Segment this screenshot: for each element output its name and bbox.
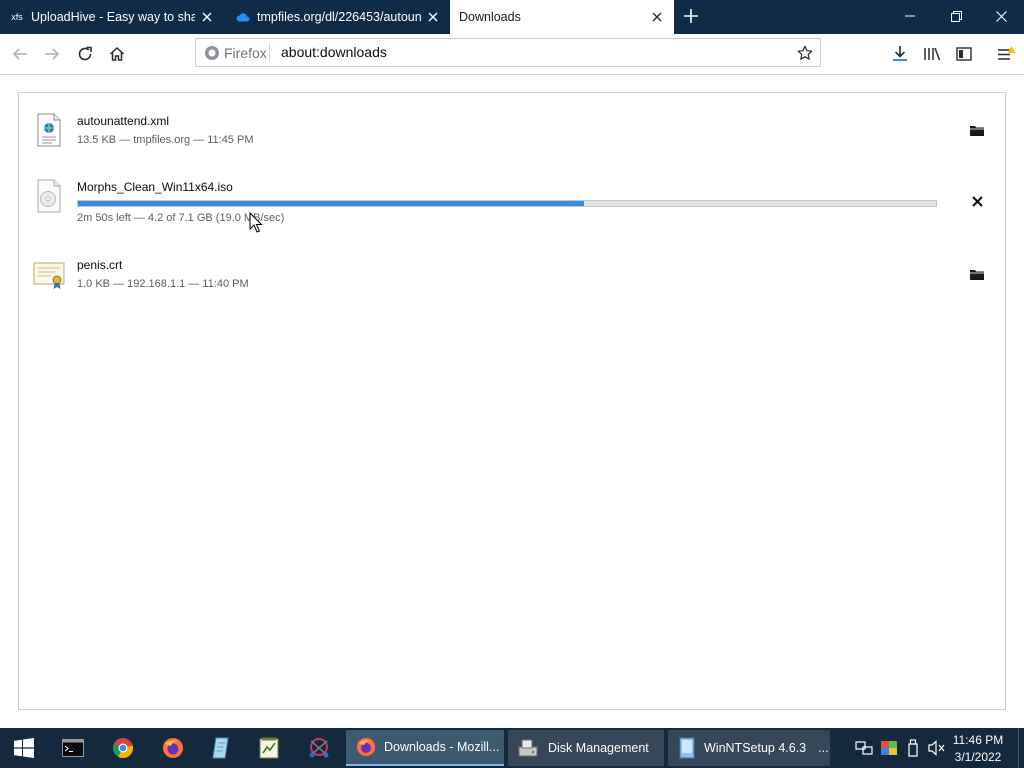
navigation-toolbar: Firefox about:downloads	[0, 34, 1024, 75]
download-filename: Morphs_Clean_Win11x64.iso	[77, 180, 233, 194]
folder-icon[interactable]	[963, 262, 991, 286]
download-item[interactable]: Morphs_Clean_Win11x64.iso 2m 50s left — …	[19, 179, 1005, 239]
download-item[interactable]: autounattend.xml 13.5 KB — tmpfiles.org …	[19, 113, 1005, 173]
sidebar-toggle-icon[interactable]	[950, 40, 978, 68]
download-filename: autounattend.xml	[77, 114, 170, 128]
tab-tmpfiles[interactable]: tmpfiles.org/dl/226453/autoun	[226, 0, 450, 34]
clock-date: 3/1/2022	[954, 750, 1002, 764]
taskbar-task-disk-management[interactable]: Disk Management	[508, 730, 664, 766]
cloud-icon	[235, 9, 251, 25]
volume-muted-icon[interactable]	[927, 738, 947, 758]
taskbar-task-label: WinNTSetup 4.6.3	[704, 741, 807, 755]
command-prompt-icon[interactable]	[50, 728, 96, 768]
taskbar-task-label: Downloads - Mozill...	[384, 740, 500, 754]
firefox-icon	[356, 737, 376, 757]
bookmark-star-icon[interactable]	[794, 42, 816, 64]
taskbar: Downloads - Mozill... Disk Management Wi…	[0, 728, 1024, 768]
snipping-tool-icon[interactable]	[296, 728, 342, 768]
downloads-button[interactable]	[886, 40, 914, 68]
taskbar-clock[interactable]: 11:46 PM 3/1/2022	[948, 732, 1008, 766]
library-icon[interactable]	[918, 40, 946, 68]
close-tab-icon[interactable]	[199, 9, 215, 25]
identity-box[interactable]: Firefox	[204, 39, 270, 66]
home-button[interactable]	[103, 40, 131, 68]
taskbar-task-firefox[interactable]: Downloads - Mozill...	[346, 730, 504, 766]
start-button[interactable]	[0, 728, 48, 768]
tab-uploadhive[interactable]: xfs UploadHive - Easy way to share	[0, 0, 224, 34]
tab-title: Downloads	[459, 10, 521, 24]
disk-management-icon	[518, 738, 540, 758]
download-progress-fill	[78, 201, 585, 206]
chrome-icon[interactable]	[100, 728, 146, 768]
firefox-logo-icon	[204, 45, 220, 61]
app-menu-button[interactable]	[992, 40, 1020, 68]
forward-button[interactable]	[38, 40, 66, 68]
xfs-favicon-icon: xfs	[11, 12, 23, 22]
new-tab-button[interactable]	[680, 5, 702, 27]
taskbar-task-more: ...	[818, 741, 829, 755]
tab-title: UploadHive - Easy way to share	[31, 10, 195, 24]
xml-file-icon	[33, 113, 65, 147]
show-desktop-button[interactable]	[1018, 728, 1024, 768]
reload-button[interactable]	[71, 40, 99, 68]
tab-downloads[interactable]: Downloads	[450, 0, 674, 34]
restore-button[interactable]	[933, 0, 979, 32]
download-filename: penis.crt	[77, 258, 123, 272]
taskbar-task-winntsetup[interactable]: WinNTSetup 4.6.3 ...	[668, 730, 830, 766]
identity-label: Firefox	[224, 44, 267, 61]
usb-device-icon[interactable]	[903, 738, 923, 758]
display-settings-icon[interactable]	[879, 738, 899, 758]
identity-separator	[269, 43, 270, 62]
url-input[interactable]: about:downloads	[281, 39, 387, 66]
notepad-icon[interactable]	[198, 728, 244, 768]
back-button[interactable]	[6, 40, 34, 68]
download-item[interactable]: penis.crt 1.0 KB — 192.168.1.1 — 11:40 P…	[19, 257, 1005, 317]
close-tab-icon[interactable]	[649, 9, 665, 25]
download-status: 1.0 KB — 192.168.1.1 — 11:40 PM	[77, 278, 249, 290]
disc-image-icon	[33, 179, 65, 213]
taskbar-task-label: Disk Management	[548, 741, 649, 755]
folder-icon[interactable]	[963, 118, 991, 142]
tab-title: tmpfiles.org/dl/226453/autoun	[257, 10, 421, 24]
close-tab-icon[interactable]	[425, 9, 441, 25]
registry-editor-icon[interactable]	[246, 728, 292, 768]
cancel-icon[interactable]	[963, 189, 991, 213]
winntsetup-icon	[678, 737, 696, 759]
network-icon[interactable]	[854, 738, 874, 758]
minimize-button[interactable]	[887, 0, 933, 32]
close-window-button[interactable]	[978, 0, 1024, 32]
clock-time: 11:46 PM	[952, 733, 1004, 747]
download-progress-bar	[77, 200, 937, 207]
certificate-icon	[33, 259, 65, 291]
tab-strip: xfs UploadHive - Easy way to share tmpfi…	[0, 0, 1024, 34]
mouse-cursor-icon	[249, 211, 263, 234]
downloads-list: autounattend.xml 13.5 KB — tmpfiles.org …	[18, 92, 1006, 710]
firefox-icon[interactable]	[150, 728, 196, 768]
download-status: 13.5 KB — tmpfiles.org — 11:45 PM	[77, 134, 254, 146]
url-bar[interactable]: Firefox about:downloads	[195, 38, 821, 67]
